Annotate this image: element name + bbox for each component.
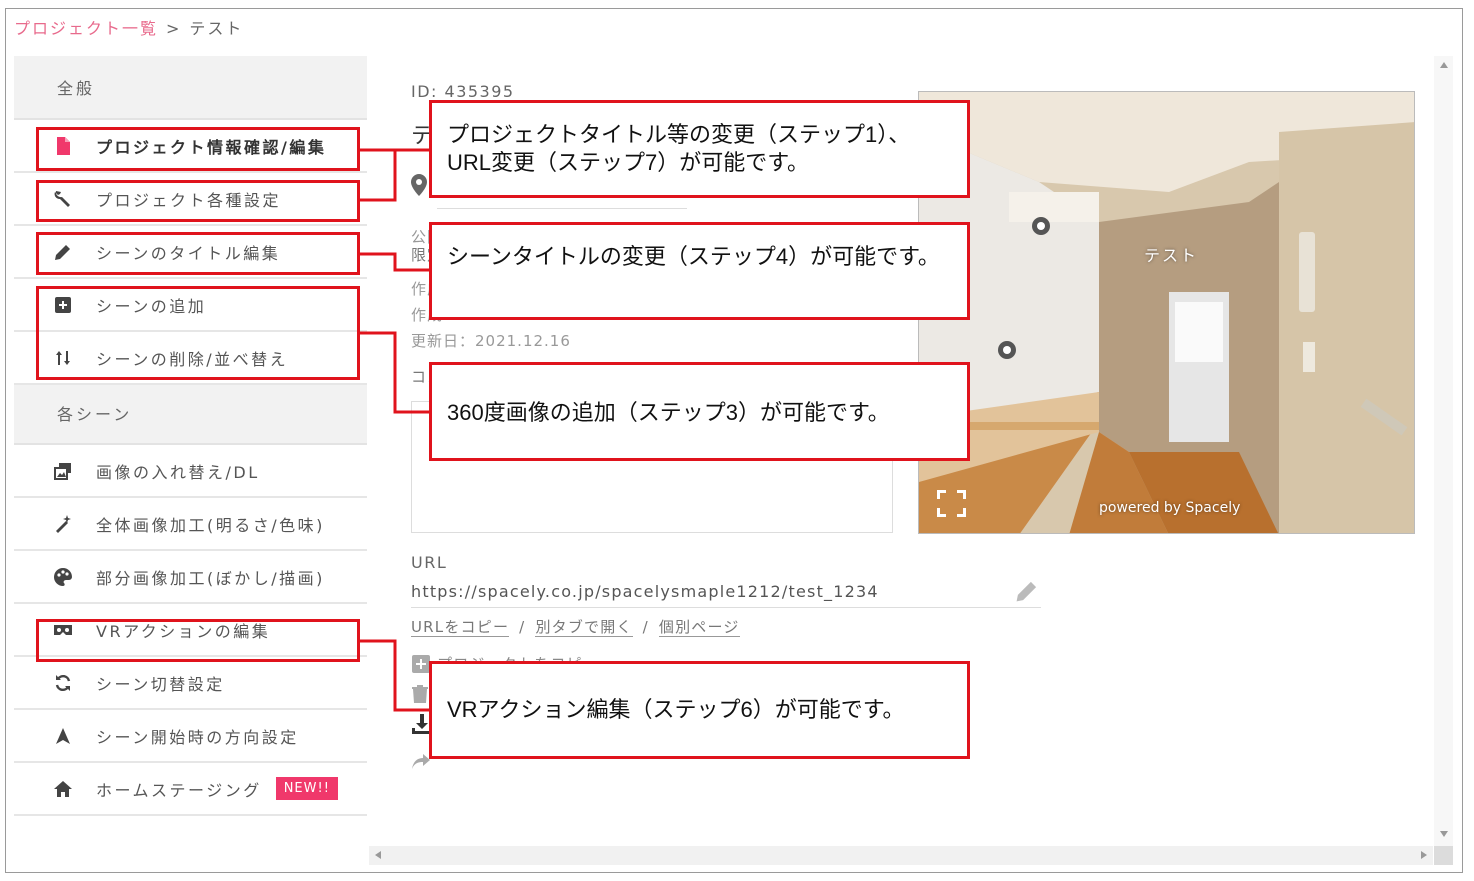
sidebar-item-label: プロジェクト各種設定 <box>96 190 282 210</box>
sort-arrows-icon <box>52 347 74 369</box>
room-photo <box>919 92 1414 533</box>
scroll-down-arrow[interactable] <box>1440 831 1448 837</box>
callout-add-scene: 360度画像の追加（ステップ3）が可能です。 <box>429 362 970 461</box>
callout-vr-action: VRアクション編集（ステップ6）が可能です。 <box>429 661 970 759</box>
location-field-underline <box>437 208 687 209</box>
sidebar-item-label: シーンの削除/並べ替え <box>96 349 289 369</box>
sidebar-item-add-scene[interactable]: シーンの追加 <box>14 279 367 332</box>
sidebar-item-label: ホームステージング <box>96 780 262 800</box>
sidebar-item-delete-sort-scene[interactable]: シーンの削除/並べ替え <box>14 332 367 385</box>
sidebar-item-home-staging[interactable]: ホームステージング NEW!! <box>14 763 367 816</box>
scroll-up-arrow[interactable] <box>1440 62 1448 68</box>
trash-icon <box>412 685 428 703</box>
sidebar-header-general: 全般 <box>14 56 367 120</box>
sidebar-item-label: VRアクションの編集 <box>96 621 271 641</box>
callout-scene-title: シーンタイトルの変更（ステップ4）が可能です。 <box>429 222 970 320</box>
sidebar-item-label: シーンのタイトル編集 <box>96 243 281 263</box>
updated-date: 更新日：2021.12.16 <box>411 332 571 350</box>
sidebar-item-partial-image-edit[interactable]: 部分画像加工(ぼかし/描画) <box>14 551 367 604</box>
vertical-scrollbar[interactable] <box>1434 56 1453 846</box>
sidebar-item-label: 部分画像加工(ぼかし/描画) <box>96 568 325 588</box>
sidebar-item-project-info[interactable]: プロジェクト情報確認/編集 <box>14 120 367 173</box>
sidebar-item-label: シーン開始時の方向設定 <box>96 727 299 747</box>
sidebar-item-label: シーンの追加 <box>96 296 207 316</box>
palette-icon <box>52 566 74 588</box>
sidebar-header-scenes: 各シーン <box>14 385 367 445</box>
wrench-icon <box>52 188 74 210</box>
share-icon <box>412 754 430 769</box>
breadcrumb-current: テスト <box>189 19 244 38</box>
url-field[interactable]: https://spacely.co.jp/spacelysmaple1212/… <box>411 582 1041 608</box>
sidebar-item-label: シーン切替設定 <box>96 674 225 694</box>
image-swap-icon <box>52 460 74 482</box>
sidebar-item-image-swap[interactable]: 画像の入れ替え/DL <box>14 445 367 498</box>
home-icon <box>52 778 74 800</box>
panorama-preview[interactable]: テスト powered by Spacely <box>918 91 1415 534</box>
open-new-tab-link[interactable]: 別タブで開く <box>535 618 633 637</box>
sidebar-item-scene-switch[interactable]: シーン切替設定 <box>14 657 367 710</box>
location-pin-icon <box>411 174 427 200</box>
powered-by-label: powered by Spacely <box>1099 500 1241 516</box>
individual-page-link[interactable]: 個別ページ <box>658 618 740 637</box>
url-edit-pencil-icon[interactable] <box>1014 578 1040 608</box>
sidebar-item-label: プロジェクト情報確認/編集 <box>96 137 327 157</box>
sidebar-item-whole-image-edit[interactable]: 全体画像加工(明るさ/色味) <box>14 498 367 551</box>
sidebar-item-start-direction[interactable]: シーン開始時の方向設定 <box>14 710 367 763</box>
plus-square-icon <box>412 654 430 673</box>
new-badge: NEW!! <box>275 777 338 800</box>
sidebar-item-label: 画像の入れ替え/DL <box>96 462 260 482</box>
breadcrumb-separator: > <box>166 19 182 38</box>
scrollbar-corner <box>1434 846 1453 865</box>
url-prefix: https://spacely.co.jp/spacelysmaple1212/ <box>411 582 789 601</box>
sidebar: 全般 プロジェクト情報確認/編集 プロジェクト各種設定 シーンのタイトル編集 シ… <box>14 56 367 846</box>
project-id: ID: 435395 <box>411 82 515 101</box>
breadcrumb: プロジェクト一覧 > テスト <box>14 15 243 39</box>
plus-square-icon <box>52 294 74 316</box>
copy-url-link[interactable]: URLをコピー <box>411 618 510 637</box>
vr-goggles-icon <box>52 619 74 641</box>
refresh-icon <box>52 672 74 694</box>
document-icon <box>52 135 74 157</box>
sidebar-item-vr-action-edit[interactable]: VRアクションの編集 <box>14 604 367 657</box>
sidebar-item-label: 全体画像加工(明るさ/色味) <box>96 515 325 535</box>
url-slug: test_1234 <box>788 582 879 601</box>
sidebar-item-scene-title-edit[interactable]: シーンのタイトル編集 <box>14 226 367 279</box>
direction-arrow-icon <box>52 725 74 747</box>
horizontal-scrollbar[interactable] <box>369 846 1433 865</box>
pencil-icon <box>52 241 74 263</box>
magic-wand-icon <box>52 513 74 535</box>
scroll-left-arrow[interactable] <box>375 851 381 859</box>
url-label: URL <box>411 553 448 572</box>
sidebar-item-project-settings[interactable]: プロジェクト各種設定 <box>14 173 367 226</box>
panorama-scene-title: テスト <box>1144 246 1199 265</box>
callout-project-info: プロジェクトタイトル等の変更（ステップ1）、URL変更（ステップ7）が可能です。 <box>429 100 970 198</box>
breadcrumb-project-list-link[interactable]: プロジェクト一覧 <box>14 19 158 38</box>
url-actions: URLをコピー / 別タブで開く / 個別ページ <box>411 618 740 637</box>
scroll-right-arrow[interactable] <box>1421 851 1427 859</box>
